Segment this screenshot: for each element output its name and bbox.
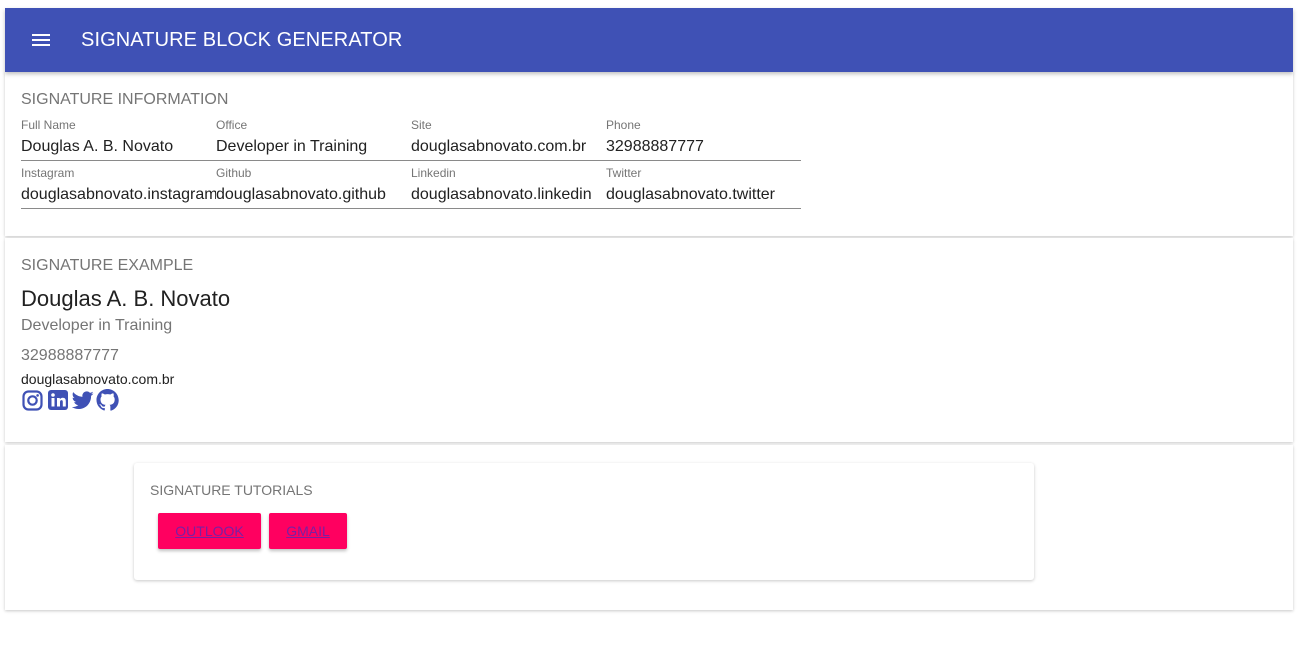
instagram-field: Instagram	[21, 166, 216, 209]
linkedin-field: Linkedin	[411, 166, 606, 209]
gmail-button[interactable]: GMAIL	[269, 513, 347, 549]
field-label: Office	[216, 118, 248, 132]
office-input[interactable]	[216, 138, 411, 156]
full-name-input[interactable]	[21, 138, 216, 156]
site-field: Site	[411, 118, 606, 161]
twitter-input[interactable]	[606, 186, 801, 204]
twitter-icon[interactable]	[71, 388, 94, 412]
instagram-input[interactable]	[21, 186, 216, 204]
full-name-field: Full Name	[21, 118, 216, 161]
signature-site: douglasabnovato.com.br	[21, 371, 175, 387]
tutorials-container: SIGNATURE TUTORIALS OUTLOOK GMAIL	[5, 445, 1293, 610]
field-label: Phone	[606, 118, 641, 132]
office-field: Office	[216, 118, 411, 161]
signature-information-card: SIGNATURE INFORMATION Full Name Office S…	[5, 72, 1293, 236]
signature-phone: 32988887777	[21, 347, 119, 364]
twitter-field: Twitter	[606, 166, 801, 209]
signature-name: Douglas A. B. Novato	[21, 286, 231, 311]
app-title: SIGNATURE BLOCK GENERATOR	[81, 28, 403, 51]
linkedin-icon[interactable]	[46, 388, 69, 412]
field-label: Twitter	[606, 166, 642, 180]
instagram-icon[interactable]	[21, 388, 44, 412]
app-bar: SIGNATURE BLOCK GENERATOR	[5, 8, 1293, 72]
phone-field: Phone	[606, 118, 801, 161]
field-label: Instagram	[21, 166, 75, 180]
github-field: Github	[216, 166, 411, 209]
signature-tutorials-card: SIGNATURE TUTORIALS OUTLOOK GMAIL	[134, 463, 1034, 580]
site-input[interactable]	[411, 138, 606, 156]
section-title: SIGNATURE INFORMATION	[21, 91, 229, 108]
outlook-button[interactable]: OUTLOOK	[158, 513, 261, 549]
menu-icon[interactable]	[29, 28, 53, 52]
field-label: Site	[411, 118, 432, 132]
field-label: Full Name	[21, 118, 76, 132]
signature-office: Developer in Training	[21, 317, 173, 334]
signature-example-card: SIGNATURE EXAMPLE Douglas A. B. Novato D…	[5, 238, 1293, 442]
linkedin-input[interactable]	[411, 186, 606, 204]
section-title: SIGNATURE EXAMPLE	[21, 257, 194, 274]
field-label: Github	[216, 166, 252, 180]
github-input[interactable]	[216, 186, 411, 204]
phone-input[interactable]	[606, 138, 801, 156]
section-title: SIGNATURE TUTORIALS	[150, 482, 313, 498]
field-label: Linkedin	[411, 166, 456, 180]
github-icon[interactable]	[96, 388, 119, 412]
social-icons	[21, 388, 119, 412]
